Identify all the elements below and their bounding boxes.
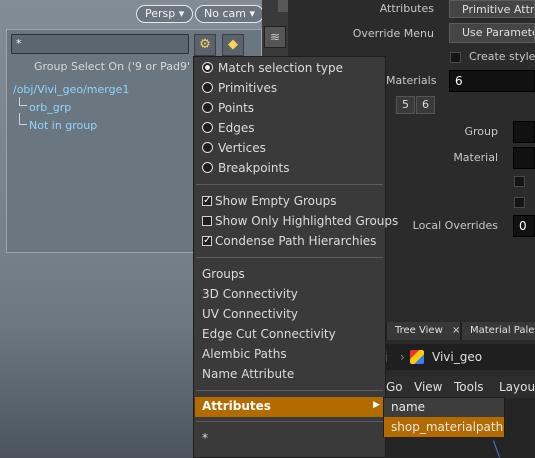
menu-item-primitives[interactable]: Primitives: [202, 80, 277, 96]
material-field[interactable]: [513, 147, 535, 169]
menu-item-label: Primitives: [218, 81, 278, 95]
menu-item-label: Points: [218, 101, 255, 115]
menu-separator: [196, 390, 383, 391]
menu-item-3d-connectivity[interactable]: 3D Connectivity: [202, 286, 298, 302]
menu-item-edge-cut-connectivity[interactable]: Edge Cut Connectivity: [202, 326, 336, 342]
radio-icon: [202, 102, 213, 113]
menu-item-label: Edges: [218, 121, 255, 135]
submenu-item-shop-materialpath[interactable]: shop_materialpath: [391, 419, 503, 435]
menu-item-label: Condense Path Hierarchies: [215, 234, 377, 248]
gear-icon[interactable]: ⚙: [194, 34, 216, 56]
menu-item-edges[interactable]: Edges: [202, 120, 254, 136]
create-style-label: Create style s: [469, 50, 535, 63]
close-icon[interactable]: ×: [452, 325, 460, 336]
tree-branch-line: [19, 113, 27, 125]
submenu-item-name[interactable]: name: [391, 399, 425, 415]
option-checkbox[interactable]: [514, 176, 525, 187]
menu-item-show-empty-groups[interactable]: Show Empty Groups: [202, 193, 337, 209]
tree-branch-line: [19, 97, 27, 106]
chevron-down-icon: ▾: [178, 7, 185, 20]
chevron-right-icon: ▶: [373, 400, 380, 410]
menu-item-match-selection-type[interactable]: Match selection type: [202, 60, 343, 76]
radio-icon: [202, 122, 213, 133]
chevron-down-icon: ▾: [249, 7, 255, 20]
tab-label: Material Palette: [470, 325, 535, 336]
tab-label: Tree View: [395, 325, 443, 336]
materials-count-field[interactable]: 6: [449, 70, 535, 92]
diamond-icon[interactable]: ◆: [222, 34, 244, 56]
menu-separator: [196, 184, 383, 185]
group-options-menu: Match selection type Primitives Points E…: [193, 56, 398, 458]
scroll-handle[interactable]: [278, 0, 288, 12]
menu-item-uv-connectivity[interactable]: UV Connectivity: [202, 306, 298, 322]
menu-item-show-only-highlighted-groups[interactable]: Show Only Highlighted Groups: [202, 213, 398, 229]
attributes-label: Attributes: [379, 2, 434, 15]
local-overrides-label: Local Overrides: [412, 219, 498, 232]
checkbox-checked-icon: [202, 193, 212, 209]
chevron-right-icon: ›: [400, 350, 405, 364]
create-style-checkbox[interactable]: [450, 52, 461, 63]
menu-item-label: Attributes: [202, 399, 271, 413]
network-menu-bar: Go View Tools Layout: [384, 376, 535, 398]
layers-icon[interactable]: ≋: [264, 26, 286, 48]
material-tab-6[interactable]: 6: [416, 96, 435, 114]
menu-item-breakpoints[interactable]: Breakpoints: [202, 160, 289, 176]
tab-tree-view[interactable]: Tree View ×: [387, 322, 460, 340]
no-cam-menu[interactable]: No cam ▾: [195, 5, 264, 23]
menu-view[interactable]: View: [414, 376, 442, 398]
material-tab-5[interactable]: 5: [396, 96, 415, 114]
menu-item-label: Match selection type: [218, 61, 343, 75]
menu-item-condense-path-hierarchies[interactable]: Condense Path Hierarchies: [202, 233, 376, 249]
checkbox-checked-icon: [202, 233, 212, 249]
geo-node-icon: [410, 350, 424, 364]
material-label: Material: [453, 151, 498, 164]
tree-item-not-in-group[interactable]: Not in group: [29, 119, 97, 132]
path-segment-vivi-geo[interactable]: Vivi_geo: [432, 344, 482, 370]
persp-label: Persp: [145, 7, 176, 20]
local-overrides-field[interactable]: 0: [513, 215, 535, 237]
option-checkbox[interactable]: [514, 197, 525, 208]
menu-item-points[interactable]: Points: [202, 100, 254, 116]
tab-material-palette[interactable]: Material Palette: [462, 322, 535, 340]
radio-icon: [202, 82, 213, 93]
network-path-bar: j › Vivi_geo: [384, 344, 535, 370]
override-menu-dropdown[interactable]: Use Parameter: [449, 23, 535, 43]
cam-label: No cam: [204, 7, 246, 20]
checkbox-icon: [202, 216, 212, 226]
materials-label: Materials: [386, 74, 437, 87]
attributes-submenu: name shop_materialpath: [383, 397, 505, 437]
group-field[interactable]: [513, 121, 535, 143]
menu-separator: [196, 257, 383, 258]
menu-item-attributes[interactable]: Attributes ▶: [195, 397, 384, 417]
attributes-dropdown[interactable]: Primitive Attrib: [449, 0, 535, 18]
radio-icon: [202, 142, 213, 153]
menu-go[interactable]: Go: [386, 376, 403, 398]
radio-icon: [202, 162, 213, 173]
group-label: Group: [464, 125, 499, 138]
menu-separator: [196, 421, 383, 422]
menu-item-label: Show Empty Groups: [215, 194, 337, 208]
menu-item-vertices[interactable]: Vertices: [202, 140, 266, 156]
menu-item-label: Vertices: [218, 141, 266, 155]
override-menu-label: Override Menu: [352, 27, 434, 40]
group-select-hint: Group Select On ('9 or Pad9' to t: [34, 60, 213, 73]
menu-item-label: Breakpoints: [218, 161, 290, 175]
menu-item-alembic-paths[interactable]: Alembic Paths: [202, 346, 287, 362]
tree-item-orb-grp[interactable]: orb_grp: [29, 101, 71, 114]
group-filter-input[interactable]: *: [11, 34, 189, 54]
menu-item-groups[interactable]: Groups: [202, 266, 245, 282]
persp-camera-menu[interactable]: Persp ▾: [136, 5, 194, 23]
menu-item-wildcard[interactable]: *: [202, 430, 208, 446]
menu-layout[interactable]: Layout: [499, 376, 535, 398]
menu-item-name-attribute[interactable]: Name Attribute: [202, 366, 294, 382]
radio-selected-icon: [202, 62, 213, 73]
wire: [492, 440, 501, 458]
menu-tools[interactable]: Tools: [454, 376, 484, 398]
menu-item-label: Show Only Highlighted Groups: [215, 214, 399, 228]
tree-root-path[interactable]: /obj/Vivi_geo/merge1: [13, 83, 129, 96]
